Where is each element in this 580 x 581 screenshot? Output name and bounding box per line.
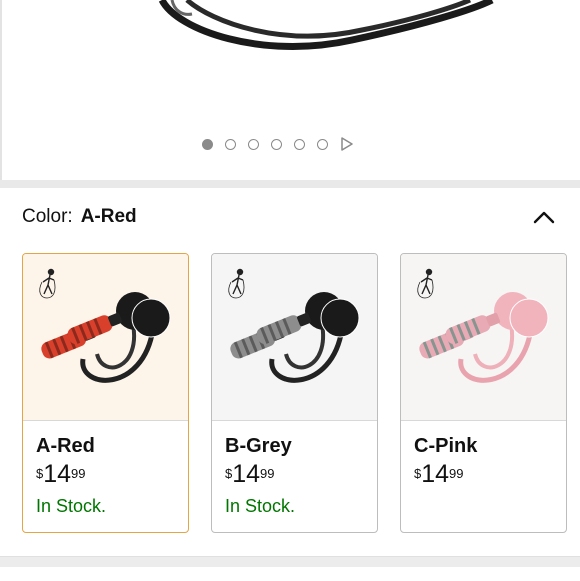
carousel-dot-1[interactable] [202,138,213,150]
chevron-up-icon[interactable] [532,207,556,227]
color-label: Color: A-Red [22,206,137,228]
product-image-carousel[interactable] [0,0,580,180]
color-option-c-pink[interactable]: C-Pink $14 99 [400,253,567,533]
carousel-dot-6[interactable] [317,138,328,150]
variant-price: $14 99 [36,460,188,494]
product-image [158,0,494,50]
jump-rope-person-icon [228,268,245,299]
stock-status: In Stock. [225,496,296,516]
section-divider [0,180,580,188]
variant-thumbnail [23,254,188,421]
color-label-text: Color: [22,206,73,227]
price-currency: $ [36,466,44,481]
price-fraction: 99 [449,466,464,481]
variant-name: C-Pink [414,435,478,457]
price-currency: $ [414,466,422,481]
variant-price: $14 99 [225,460,377,494]
price-fraction: 99 [260,466,275,481]
carousel-dot-2[interactable] [225,138,236,150]
carousel-dot-4[interactable] [271,138,282,150]
price-fraction: 99 [71,466,86,481]
price-currency: $ [225,466,233,481]
carousel-indicators [202,137,354,151]
color-option-b-grey[interactable]: B-Grey $14 99 In Stock. [211,253,378,533]
jump-rope-person-icon [39,268,56,299]
price-whole: 14 [43,460,72,488]
variant-thumbnail [401,254,566,421]
stock-status: In Stock. [36,496,107,516]
price-whole: 14 [421,460,450,488]
variant-price: $14 99 [414,460,566,494]
video-play-icon[interactable] [340,137,354,151]
variant-name: A-Red [36,435,95,457]
carousel-dot-5[interactable] [294,138,305,150]
carousel-dot-3[interactable] [248,138,259,150]
selected-color-value: A-Red [80,206,137,227]
variant-thumbnail [212,254,377,421]
jump-rope-person-icon [417,268,434,299]
color-options: A-Red $14 99 In Stock. B-Grey $ 14 99 In… [22,253,567,533]
section-divider [0,556,580,581]
color-option-a-red[interactable]: A-Red $14 99 In Stock. [22,253,189,533]
variant-name: B-Grey [225,435,292,457]
price-whole: 14 [232,460,261,488]
variation-header[interactable]: Color: A-Red [22,202,556,232]
